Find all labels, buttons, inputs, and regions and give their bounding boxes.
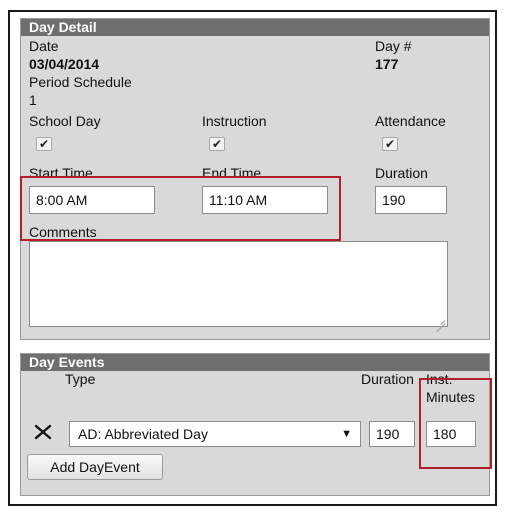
- period-schedule-label: Period Schedule: [29, 74, 132, 90]
- day-number-value: 177: [375, 56, 399, 72]
- chevron-down-icon: ▼: [341, 428, 352, 440]
- resize-grip-icon[interactable]: [435, 314, 445, 324]
- period-schedule-value: 1: [29, 92, 37, 108]
- duration-input[interactable]: 190: [375, 186, 447, 214]
- day-events-header: Day Events: [21, 354, 489, 371]
- checkmark-icon: ✔: [384, 137, 396, 151]
- date-value: 03/04/2014: [29, 56, 100, 72]
- event-duration-input[interactable]: 190: [369, 421, 415, 447]
- event-type-selected-value: AD: Abbreviated Day: [78, 426, 208, 442]
- checkmark-icon: ✔: [38, 137, 50, 151]
- instruction-checkbox[interactable]: ✔: [209, 137, 225, 151]
- add-day-event-button[interactable]: Add DayEvent: [27, 454, 163, 480]
- duration-label: Duration: [375, 165, 428, 181]
- school-day-checkbox[interactable]: ✔: [36, 137, 52, 151]
- type-column-label: Type: [65, 371, 96, 387]
- event-type-select[interactable]: AD: Abbreviated Day ▼: [69, 421, 361, 447]
- inst-minutes-highlight: [419, 378, 492, 469]
- day-detail-header: Day Detail: [21, 19, 489, 36]
- duration-column-label: Duration: [361, 371, 414, 387]
- attendance-label: Attendance: [375, 113, 446, 129]
- checkmark-icon: ✔: [211, 137, 223, 151]
- comments-textarea[interactable]: [29, 241, 448, 327]
- school-day-label: School Day: [29, 113, 101, 129]
- attendance-checkbox[interactable]: ✔: [382, 137, 398, 151]
- instruction-label: Instruction: [202, 113, 267, 129]
- day-number-label: Day #: [375, 38, 412, 54]
- date-label: Date: [29, 38, 59, 54]
- delete-event-x-icon[interactable]: [33, 422, 53, 442]
- time-fields-highlight: [20, 176, 341, 241]
